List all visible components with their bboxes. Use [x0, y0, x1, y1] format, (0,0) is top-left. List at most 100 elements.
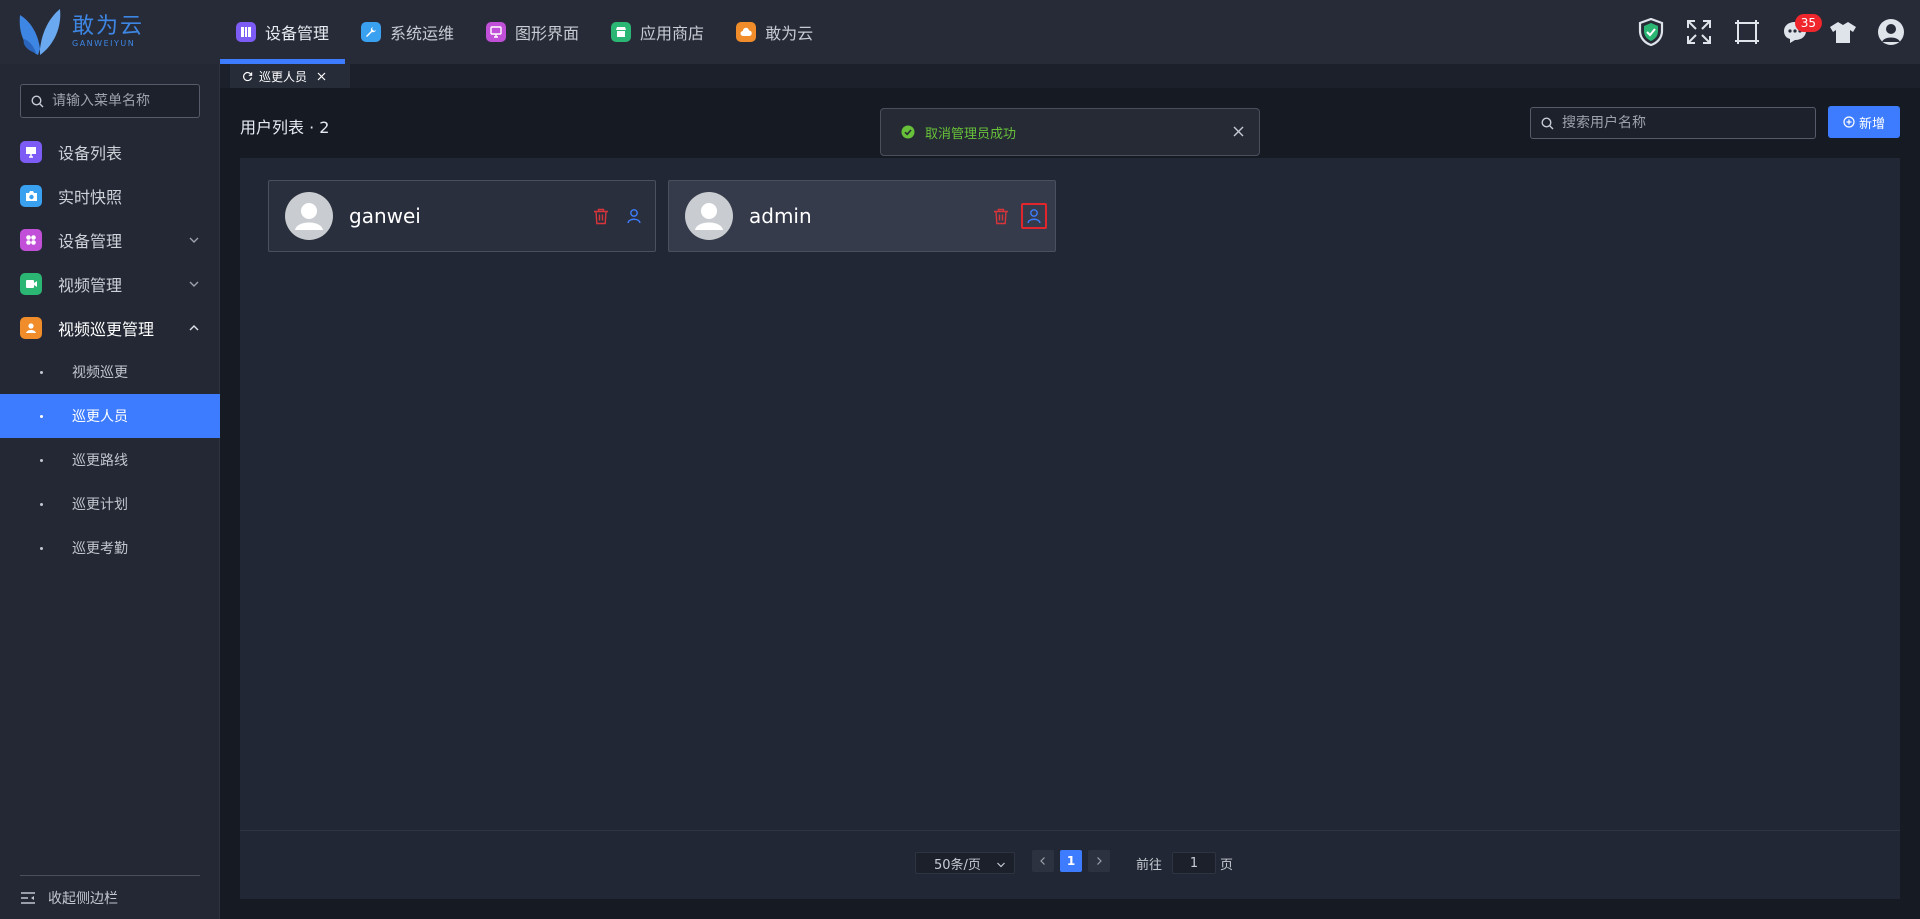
- page-size-select[interactable]: 50条/页: [915, 852, 1015, 874]
- delete-user-button[interactable]: [988, 203, 1014, 229]
- prev-page-button[interactable]: [1032, 850, 1054, 872]
- fullscreen-icon[interactable]: [1684, 17, 1714, 47]
- goto-page-input[interactable]: [1172, 852, 1217, 874]
- page-title: 用户列表 · 2: [240, 118, 330, 137]
- card-actions: [981, 203, 1047, 229]
- goto-prefix: 前往: [1136, 857, 1163, 873]
- sidebar-sub-item-label: 巡更路线: [72, 453, 128, 469]
- sidebar-item-video-management[interactable]: 视频管理: [0, 262, 220, 306]
- topnav-label: 应用商店: [640, 24, 705, 43]
- sidebar-sub-item-label: 巡更考勤: [72, 541, 128, 557]
- chevron-down-icon: [189, 281, 199, 287]
- cloud-icon: [736, 22, 757, 42]
- top-nav: 设备管理 系统运维 图形界面 应用商店 敢为云: [220, 0, 829, 64]
- topnav-label: 系统运维: [390, 24, 455, 43]
- wrench-icon: [361, 22, 382, 42]
- success-toast: 取消管理员成功: [880, 108, 1260, 156]
- collapse-sidebar-label: 收起侧边栏: [48, 890, 118, 907]
- next-page-button[interactable]: [1088, 850, 1110, 872]
- chevron-right-icon: [1097, 857, 1102, 865]
- chevron-down-icon: [997, 862, 1005, 868]
- topnav-ganweiyun[interactable]: 敢为云: [720, 0, 829, 64]
- sidebar-sub-item-patrol-staff[interactable]: 巡更人员: [0, 394, 220, 438]
- goto-suffix: 页: [1220, 857, 1234, 873]
- sidebar-item-snapshot[interactable]: 实时快照: [0, 174, 220, 218]
- user-name: ganwei: [349, 204, 421, 228]
- message-icon[interactable]: 35: [1780, 14, 1822, 47]
- plus-circle-icon: [1843, 116, 1855, 128]
- main-content: 用户列表 · 2 新增 ganwei: [220, 88, 1920, 919]
- tab-patrol-staff[interactable]: 巡更人员: [230, 64, 350, 88]
- sidebar-sub-item-label: 视频巡更: [72, 365, 128, 381]
- monitor-icon: [20, 141, 42, 163]
- bullet-dot: [40, 370, 43, 374]
- security-shield-icon[interactable]: [1636, 17, 1666, 47]
- sidebar-item-video-patrol-management[interactable]: 视频巡更管理: [0, 306, 220, 350]
- card-actions: [581, 203, 647, 229]
- sidebar: 设备列表 实时快照 设备管理 视频管理 视频巡更管理: [0, 64, 220, 919]
- menu-search-input[interactable]: [52, 93, 192, 109]
- sidebar-sub-item-patrol-attendance[interactable]: 巡更考勤: [0, 526, 220, 570]
- sidebar-menu: 设备列表 实时快照 设备管理 视频管理 视频巡更管理 视频巡更 巡更人员 巡更路…: [0, 130, 220, 570]
- sidebar-item-label: 设备列表: [58, 144, 123, 163]
- user-search-input[interactable]: [1562, 115, 1802, 131]
- sidebar-sub-item-label: 巡更人员: [72, 409, 128, 425]
- topnav-label: 敢为云: [765, 24, 814, 43]
- avatar: [285, 192, 333, 240]
- set-admin-button[interactable]: [1021, 203, 1047, 229]
- refresh-icon[interactable]: [242, 71, 253, 82]
- user-card[interactable]: ganwei: [268, 180, 656, 252]
- bullet-dot: [40, 414, 43, 418]
- modules-icon: [20, 229, 42, 251]
- brand-logo[interactable]: 敢为云 GANWEIYUN: [16, 4, 144, 60]
- trash-icon: [594, 208, 608, 224]
- default-avatar-icon: [295, 203, 323, 230]
- sidebar-sub-item-label: 巡更计划: [72, 497, 128, 513]
- top-bar: 敢为云 GANWEIYUN 设备管理 系统运维 图形界面 应用商店 敢为云 35: [0, 0, 1920, 64]
- add-user-button[interactable]: 新增: [1828, 106, 1900, 138]
- topnav-label: 设备管理: [265, 24, 330, 43]
- patrol-user-icon: [20, 317, 42, 339]
- sidebar-item-label: 视频管理: [58, 276, 123, 295]
- sidebar-item-label: 设备管理: [58, 232, 123, 251]
- topnav-device-management[interactable]: 设备管理: [220, 0, 346, 64]
- tab-strip: 巡更人员: [220, 64, 1920, 88]
- set-admin-button[interactable]: [621, 203, 647, 229]
- close-icon[interactable]: [317, 72, 326, 81]
- bullet-dot: [40, 458, 43, 462]
- user-search[interactable]: [1530, 107, 1816, 139]
- page-size-value: 50条/页: [934, 857, 981, 873]
- sidebar-sub-item-patrol-plan[interactable]: 巡更计划: [0, 482, 220, 526]
- sidebar-sub-item-patrol-route[interactable]: 巡更路线: [0, 438, 220, 482]
- trash-icon: [994, 208, 1008, 224]
- page-number-button[interactable]: 1: [1060, 850, 1082, 872]
- sidebar-sub-item-video-patrol[interactable]: 视频巡更: [0, 350, 220, 394]
- close-icon[interactable]: [1232, 125, 1245, 138]
- skin-shirt-icon[interactable]: [1828, 17, 1858, 47]
- topnav-system-ops[interactable]: 系统运维: [345, 0, 470, 64]
- sidebar-item-label: 视频巡更管理: [58, 320, 155, 339]
- user-avatar-icon[interactable]: [1876, 17, 1906, 47]
- device-grid-icon: [236, 22, 256, 42]
- search-icon: [31, 94, 44, 107]
- sidebar-item-device-management[interactable]: 设备管理: [0, 218, 220, 262]
- user-icon: [1027, 209, 1041, 224]
- success-check-icon: [901, 125, 915, 139]
- collapse-sidebar-button[interactable]: 收起侧边栏: [20, 875, 200, 919]
- store-icon: [611, 22, 632, 42]
- menu-search[interactable]: [20, 84, 200, 118]
- screen-frame-icon[interactable]: [1732, 17, 1762, 47]
- delete-user-button[interactable]: [588, 203, 614, 229]
- topnav-app-store[interactable]: 应用商店: [595, 0, 720, 64]
- brand-name: 敢为云: [72, 14, 145, 39]
- avatar: [685, 192, 733, 240]
- bullet-dot: [40, 502, 43, 506]
- user-card[interactable]: admin: [668, 180, 1056, 252]
- sidebar-item-device-list[interactable]: 设备列表: [0, 130, 220, 174]
- pagination: 50条/页 1 前往 页: [240, 848, 1900, 878]
- toast-message: 取消管理员成功: [925, 126, 1017, 142]
- pager-divider: [240, 830, 1900, 831]
- brand-name-en: GANWEIYUN: [72, 39, 136, 48]
- goto-page: 前往 页: [1136, 852, 1233, 874]
- topnav-graphic-ui[interactable]: 图形界面: [470, 0, 595, 64]
